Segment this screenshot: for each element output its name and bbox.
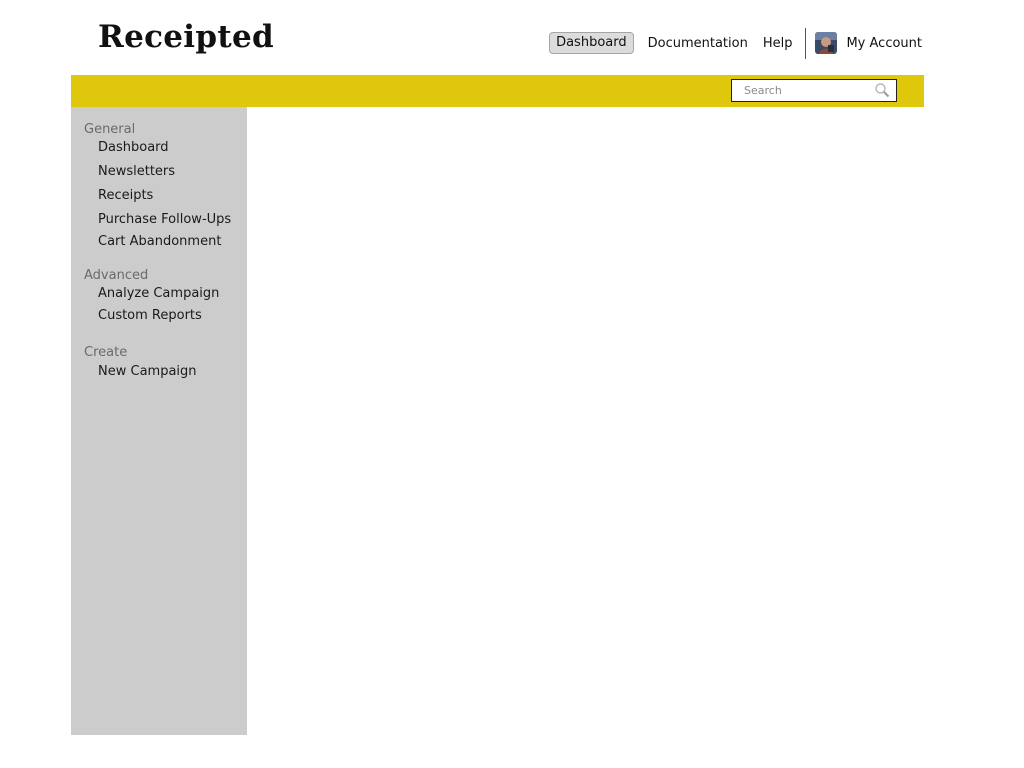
sidebar-item-analyze-campaign[interactable]: Analyze Campaign <box>98 286 219 302</box>
sidebar-item-custom-reports[interactable]: Custom Reports <box>98 308 202 324</box>
sidebar-item-receipts[interactable]: Receipts <box>98 188 153 204</box>
app-logo[interactable]: Receipted <box>98 16 274 58</box>
page: Receipted Dashboard Documentation Help M… <box>0 0 1024 768</box>
sidebar-item-cart-abandonment[interactable]: Cart Abandonment <box>98 234 221 250</box>
sidebar-item-newsletters[interactable]: Newsletters <box>98 164 175 180</box>
sidebar-item-dashboard[interactable]: Dashboard <box>98 140 169 156</box>
sidebar-heading-advanced: Advanced <box>84 268 149 283</box>
nav-documentation-link[interactable]: Documentation <box>648 36 748 51</box>
search-input[interactable] <box>732 80 870 101</box>
main-content <box>247 107 924 735</box>
top-nav: Dashboard Documentation Help My Account <box>549 27 922 59</box>
search-box <box>731 79 897 102</box>
nav-divider <box>805 27 807 59</box>
sidebar-item-purchase-follow-ups[interactable]: Purchase Follow-Ups <box>98 212 231 228</box>
user-avatar[interactable] <box>815 32 838 54</box>
sidebar-heading-create: Create <box>84 345 128 360</box>
nav-help-link[interactable]: Help <box>763 36 793 51</box>
sidebar-item-new-campaign[interactable]: New Campaign <box>98 364 197 380</box>
nav-my-account-link[interactable]: My Account <box>846 36 922 51</box>
sidebar: General Dashboard Newsletters Receipts P… <box>71 107 247 735</box>
search-icon[interactable] <box>874 82 890 98</box>
nav-dashboard-button[interactable]: Dashboard <box>549 32 634 54</box>
toolbar-bar <box>71 75 924 107</box>
sidebar-heading-general: General <box>84 122 136 137</box>
